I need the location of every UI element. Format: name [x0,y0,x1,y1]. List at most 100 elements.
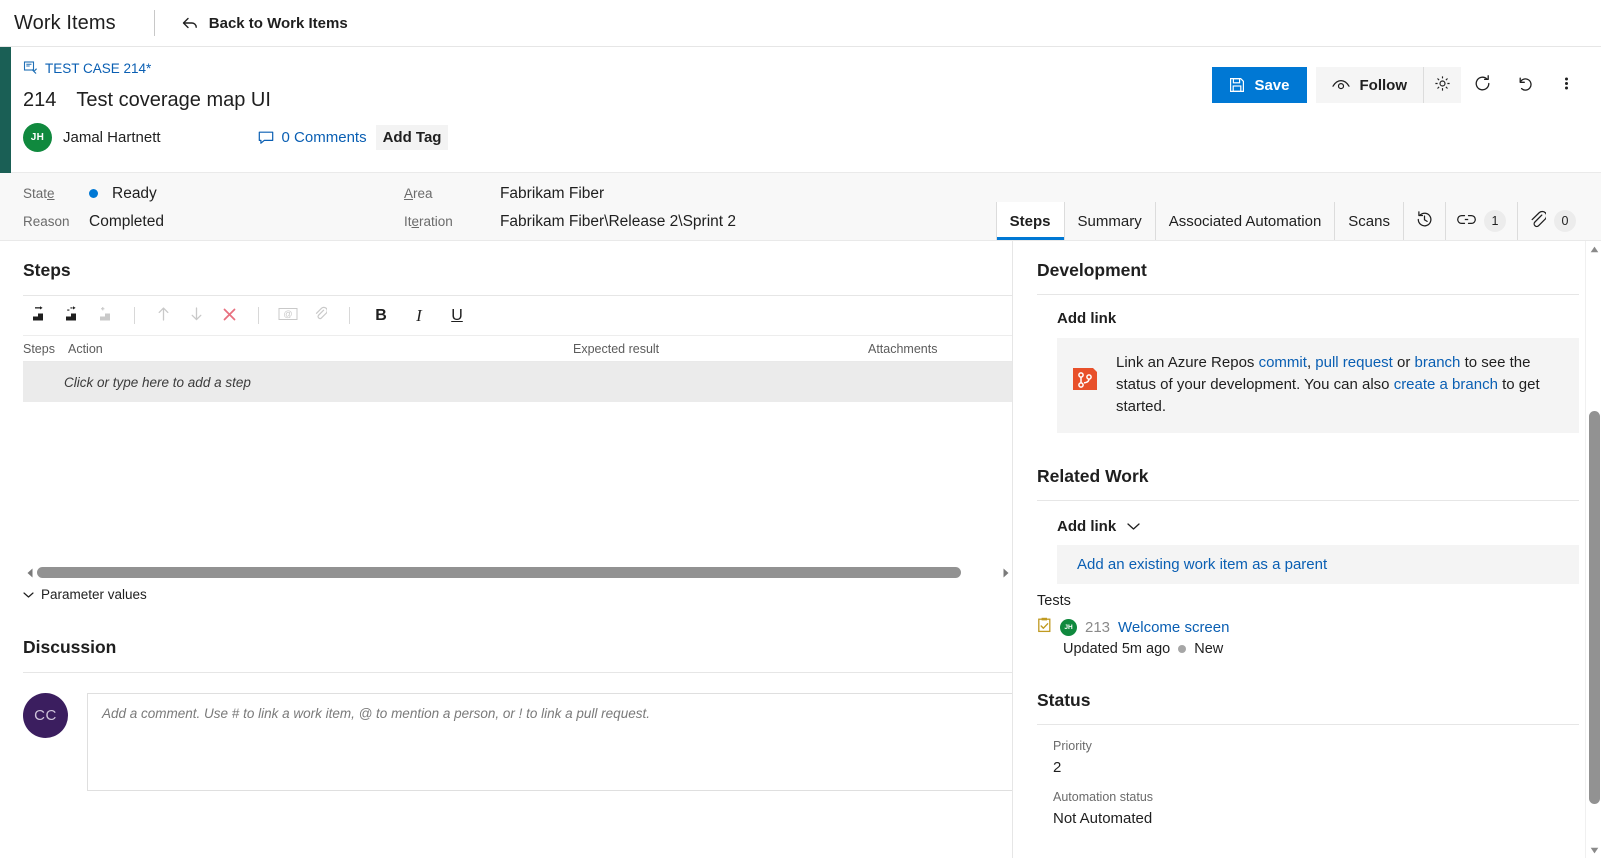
add-step-placeholder: Click or type here to add a step [64,374,251,390]
related-work-item[interactable]: JH 213 Welcome screen [1037,617,1579,638]
scroll-down-arrow-icon[interactable] [1586,842,1601,858]
column-header-steps: Steps [23,341,55,356]
commit-link[interactable]: commit [1259,354,1307,371]
automation-status-label: Automation status [1053,790,1154,805]
move-step-down-button[interactable] [180,300,213,332]
ellipsis-vertical-icon [1564,74,1569,96]
tab-summary[interactable]: Summary [1063,202,1155,240]
state-field-value[interactable]: Ready [112,185,157,203]
scrollbar-track[interactable] [37,566,999,579]
iteration-field-value[interactable]: Fabrikam Fiber\Release 2\Sprint 2 [500,213,736,231]
tab-scans[interactable]: Scans [1334,202,1403,240]
attach-file-button[interactable] [304,300,337,332]
avatar-initials: JH [30,132,45,143]
details-vertical-scrollbar[interactable] [1585,241,1601,858]
refresh-button[interactable] [1461,67,1503,103]
insert-shared-steps-button[interactable] [56,300,89,332]
area-field-value[interactable]: Fabrikam Fiber [500,185,604,203]
priority-label: Priority [1053,739,1092,754]
italic-button[interactable]: I [400,305,438,327]
pull-request-link[interactable]: pull request [1315,354,1393,371]
svg-text:@: @ [283,309,292,319]
insert-shared-steps-icon [64,306,81,325]
add-parent-link[interactable]: Add an existing work item as a parent [1057,545,1579,585]
tab-scans-label: Scans [1348,212,1390,230]
tab-history[interactable] [1403,202,1445,240]
bold-button[interactable]: B [362,306,400,326]
scroll-up-arrow-icon[interactable] [1586,241,1601,257]
tab-steps[interactable]: Steps [995,202,1064,240]
insert-parameter-button[interactable]: @ [271,300,304,332]
follow-button-group: Follow [1315,67,1461,103]
create-shared-steps-icon [97,306,114,325]
comments-link[interactable]: 0 Comments [258,129,367,146]
follow-button-label: Follow [1359,76,1408,94]
avatar[interactable]: JH [1060,619,1077,637]
related-work-item-title[interactable]: Welcome screen [1118,619,1229,636]
status-rule [1037,724,1579,726]
assignee-name[interactable]: Jamal Hartnett [63,129,161,146]
scroll-left-arrow-icon[interactable] [23,565,37,580]
back-to-work-items-button[interactable]: Back to Work Items [181,14,348,32]
work-item-meta-row: JH Jamal Hartnett 0 Comments Add Tag [23,123,1583,152]
work-item-title[interactable]: Test coverage map UI [76,89,271,112]
automation-status-value[interactable]: Not Automated [1053,810,1579,827]
header-toolbar: Save Follow [1212,67,1587,103]
steps-pane: Steps @ B I U Steps Action Expected resu… [0,241,1012,858]
column-header-attachments: Attachments [868,341,938,356]
create-shared-steps-button[interactable] [89,300,122,332]
steps-table-header: Steps Action Expected result Attachments [23,336,1012,362]
related-work-heading: Related Work [1037,466,1149,487]
steps-horizontal-scrollbar[interactable] [23,565,1012,580]
more-options-button[interactable] [1545,67,1587,103]
follow-button[interactable]: Follow [1316,67,1424,103]
test-case-clipboard-icon [1037,617,1052,638]
add-tag-button[interactable]: Add Tag [375,125,449,150]
related-work-add-link-button[interactable]: Add link [1057,518,1579,535]
move-step-up-button[interactable] [147,300,180,332]
comment-input[interactable]: Add a comment. Use # to link a work item… [87,693,1012,791]
work-item-header: TEST CASE 214* 214 Test coverage map UI … [0,47,1601,228]
state-field-row[interactable]: State Ready [23,184,164,203]
parameter-values-toggle[interactable]: Parameter values [23,587,147,602]
related-work-item-id: 213 [1085,619,1111,637]
back-link-label: Back to Work Items [208,14,348,32]
avatar[interactable]: CC [23,693,68,738]
tab-associated-automation[interactable]: Associated Automation [1154,202,1335,240]
tab-attachments[interactable]: 0 [1517,202,1587,240]
undo-revert-button[interactable] [1503,67,1545,103]
iteration-field-row[interactable]: Iteration Fabrikam Fiber\Release 2\Sprin… [404,212,736,231]
add-step-row[interactable]: Click or type here to add a step [23,362,1012,402]
refresh-icon [1473,74,1492,96]
delete-step-button[interactable] [213,300,246,332]
scrollbar-thumb[interactable] [37,567,961,578]
scrollbar-thumb[interactable] [1589,411,1600,804]
development-add-link-label: Add link [1057,310,1117,327]
scroll-right-arrow-icon[interactable] [999,565,1012,580]
insert-step-button[interactable] [23,300,56,332]
branch-link[interactable]: branch [1415,354,1461,371]
reason-field-value[interactable]: Completed [89,213,164,231]
tests-group-label: Tests [1037,593,1071,610]
underline-button[interactable]: U [438,306,476,326]
discussion-section: Discussion CC Add a comment. Use # to li… [23,637,1012,791]
area-field-label: Area [403,186,433,201]
tab-links[interactable]: 1 [1445,202,1517,240]
undo-arrow-icon [1515,74,1534,96]
avatar[interactable]: JH [23,123,52,152]
attachments-count-badge: 0 [1554,210,1576,232]
comments-count-label: 0 Comments [281,129,367,146]
area-field-row[interactable]: Area Fabrikam Fiber [404,184,736,203]
save-button[interactable]: Save [1212,67,1307,103]
settings-button[interactable] [1423,67,1461,103]
tab-associated-automation-label: Associated Automation [1168,212,1322,230]
reason-field-row[interactable]: Reason Completed [23,212,164,231]
related-work-body: Add link Add an existing work item as a … [1037,518,1579,585]
development-add-link-button[interactable]: Add link [1057,310,1579,327]
related-work-item-state: New [1194,641,1224,658]
paperclip-icon [1529,210,1548,233]
breadcrumb-label[interactable]: TEST CASE 214* [45,61,151,76]
detail-tabs: Steps Summary Associated Automation Scan… [995,202,1587,240]
create-branch-link[interactable]: create a branch [1394,376,1498,393]
priority-value[interactable]: 2 [1053,759,1579,776]
